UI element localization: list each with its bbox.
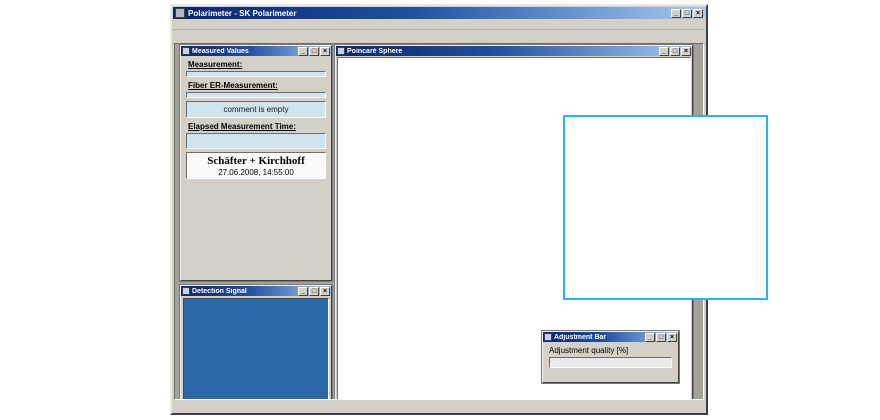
app-close-button[interactable]: × <box>693 9 703 18</box>
menubar <box>173 19 705 30</box>
measured-values-client: Measurement: Fiber ER-Measurement: comme… <box>182 57 330 279</box>
oscilloscope-plot <box>183 298 329 400</box>
adjustment-bar-window-buttons: _□× <box>645 333 677 342</box>
fiber-er-heading: Fiber ER-Measurement: <box>188 81 326 90</box>
adjustment-bar-window: Adjustment Bar _□× Adjustment quality [%… <box>542 331 679 383</box>
detection-signal-window-buttons: _□× <box>298 287 330 296</box>
app-icon <box>175 8 185 18</box>
adjustment-quality-progressbar <box>549 357 672 368</box>
poincare-sphere-title: Poincaré Sphere <box>347 48 659 55</box>
adjust-maximize-button[interactable]: □ <box>656 333 666 342</box>
measured-values-window-buttons: _□× <box>298 47 330 56</box>
measurement-heading: Measurement: <box>188 60 326 69</box>
adjustment-bar-window-icon <box>544 333 552 341</box>
elapsed-time-heading: Elapsed Measurement Time: <box>188 122 326 131</box>
magnifier-inset-canvas <box>565 117 766 298</box>
app-minimize-button[interactable]: _ <box>671 9 681 18</box>
toolbar <box>173 30 705 44</box>
sphere-close-button[interactable]: × <box>681 47 691 56</box>
adjustment-bar-client: Adjustment quality [%] <box>544 343 677 381</box>
detection-signal-client <box>182 297 330 400</box>
sphere-minimize-button[interactable]: _ <box>659 47 669 56</box>
statusbar <box>173 401 705 412</box>
poincare-sphere-window-icon <box>337 47 345 55</box>
magnifier-inset <box>563 115 768 300</box>
detection-signal-titlebar[interactable]: Detection Signal _□× <box>181 286 331 296</box>
detection-signal-window-icon <box>182 287 190 295</box>
detection-minimize-button[interactable]: _ <box>298 287 308 296</box>
detection-signal-title: Detection Signal <box>192 288 298 295</box>
poincare-sphere-window-buttons: _□× <box>659 47 691 56</box>
measurement-values-box <box>186 71 326 77</box>
comment-box: comment is empty <box>186 101 326 118</box>
poincare-sphere-titlebar[interactable]: Poincaré Sphere _□× <box>336 46 692 56</box>
measured-close-button[interactable]: × <box>320 47 330 56</box>
figure-background: Polarimeter - SK Polarimeter _□× Measure… <box>0 0 880 420</box>
app-maximize-button[interactable]: □ <box>682 9 692 18</box>
measured-values-window-icon <box>182 47 190 55</box>
detection-maximize-button[interactable]: □ <box>309 287 319 296</box>
adjust-minimize-button[interactable]: _ <box>645 333 655 342</box>
measured-maximize-button[interactable]: □ <box>309 47 319 56</box>
measurement-datetime: 27.06.2008, 14:55:00 <box>187 168 325 177</box>
measured-values-window: Measured Values _□× Measurement: Fiber E… <box>180 45 332 281</box>
adjust-close-button[interactable]: × <box>667 333 677 342</box>
brand-box: Schäfter + Kirchhoff 27.06.2008, 14:55:0… <box>186 152 326 179</box>
adjustment-quality-label: Adjustment quality [%] <box>549 346 672 355</box>
detection-close-button[interactable]: × <box>320 287 330 296</box>
measured-values-title: Measured Values <box>192 48 298 55</box>
adjustment-bar-titlebar[interactable]: Adjustment Bar _□× <box>543 332 678 342</box>
measured-values-titlebar[interactable]: Measured Values _□× <box>181 46 331 56</box>
app-window-buttons: _□× <box>671 9 703 18</box>
sphere-maximize-button[interactable]: □ <box>670 47 680 56</box>
app-title: Polarimeter - SK Polarimeter <box>188 9 671 18</box>
measured-minimize-button[interactable]: _ <box>298 47 308 56</box>
brand-name: Schäfter + Kirchhoff <box>187 155 325 167</box>
adjustment-bar-title: Adjustment Bar <box>554 334 645 341</box>
elapsed-time-box <box>186 133 326 149</box>
fiber-er-values-box <box>186 92 326 98</box>
detection-signal-window: Detection Signal _□× <box>180 285 332 400</box>
app-titlebar[interactable]: Polarimeter - SK Polarimeter _□× <box>173 7 705 19</box>
